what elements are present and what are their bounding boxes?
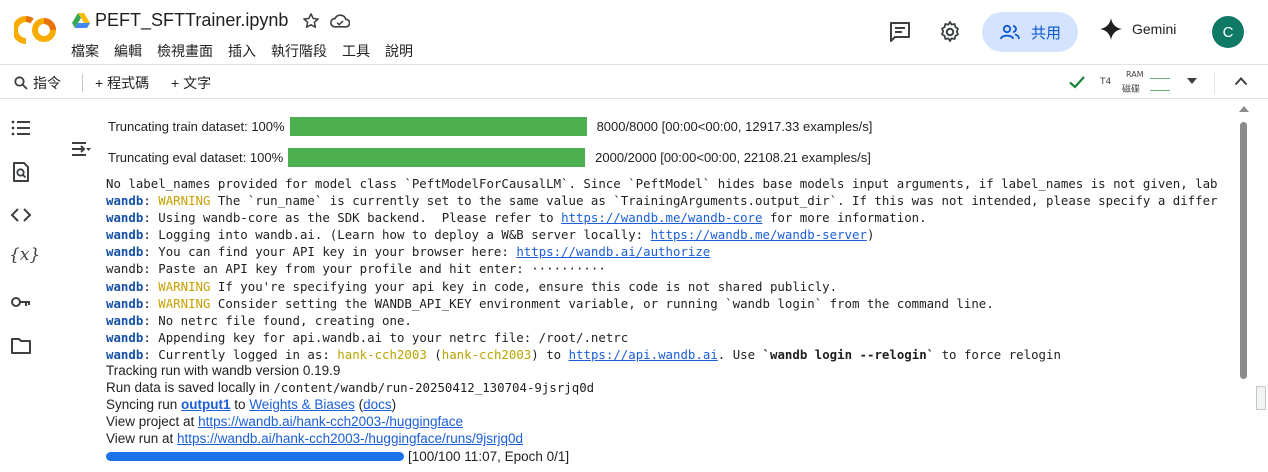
- log-line: wandb: WARNING The `run_name` is current…: [106, 193, 1218, 209]
- comment-icon[interactable]: [888, 20, 912, 44]
- menu-insert[interactable]: 插入: [228, 41, 256, 61]
- log-line: wandb: Appending key for api.wandb.ai to…: [106, 329, 629, 345]
- add-code-label: + 程式碼: [95, 75, 150, 91]
- api-wandb-link[interactable]: https://api.wandb.ai: [569, 347, 718, 362]
- side-scroll-handle[interactable]: [1256, 386, 1266, 410]
- command-palette-button[interactable]: 指令: [14, 73, 61, 93]
- syncing-line: Syncing run output1 to Weights & Biases …: [106, 397, 397, 412]
- log-line: wandb: No netrc file found, creating one…: [106, 312, 412, 328]
- training-progress-text: [100/100 11:07, Epoch 0/1]: [408, 449, 570, 464]
- menu-bar: 檔案 編輯 檢視畫面 插入 執行階段 工具 說明: [71, 41, 428, 61]
- find-replace-icon[interactable]: [10, 161, 32, 183]
- training-progress: [100/100 11:07, Epoch 0/1]: [106, 449, 569, 464]
- log-line: wandb: WARNING Consider setting the WAND…: [106, 295, 994, 311]
- share-button[interactable]: 共用: [982, 12, 1078, 52]
- training-progress-bar: [106, 452, 404, 461]
- run-name-link[interactable]: output1: [181, 397, 231, 412]
- wandb-core-link[interactable]: https://wandb.me/wandb-core: [561, 210, 762, 225]
- menu-tools[interactable]: 工具: [342, 41, 370, 61]
- eval-truncate-progress: Truncating eval dataset: 100% 2000/2000 …: [108, 146, 871, 168]
- wandb-authorize-link[interactable]: https://wandb.ai/authorize: [516, 244, 710, 259]
- weights-biases-link[interactable]: Weights & Biases: [249, 397, 355, 412]
- command-label: 指令: [33, 75, 61, 91]
- star-icon[interactable]: [302, 12, 320, 30]
- menu-edit[interactable]: 編輯: [114, 41, 142, 61]
- cell-output: Truncating train dataset: 100% 8000/8000…: [42, 100, 1238, 472]
- run-link[interactable]: https://wandb.ai/hank-cch2003-/huggingfa…: [177, 431, 523, 446]
- menu-view[interactable]: 檢視畫面: [157, 41, 213, 61]
- left-sidebar: {x}: [0, 100, 42, 472]
- notebook-title[interactable]: PEFT_SFTTrainer.ipynb: [95, 10, 288, 31]
- view-run-line: View run at https://wandb.ai/hank-cch200…: [106, 431, 524, 446]
- runtime-dropdown-icon[interactable]: [1187, 78, 1197, 84]
- train-progress-stats: 8000/8000 [00:00<00:00, 12917.33 example…: [596, 118, 873, 134]
- disk-label: 磁碟: [1122, 85, 1141, 95]
- eval-progress-bar: [288, 147, 586, 167]
- ram-usage-bar: [1150, 78, 1170, 79]
- run-data-line: Run data is saved locally in /content/wa…: [106, 380, 595, 395]
- connected-check-icon: [1069, 76, 1085, 89]
- log-line: wandb: WARNING If you're specifying your…: [106, 278, 838, 294]
- wandb-server-link[interactable]: https://wandb.me/wandb-server: [651, 227, 867, 242]
- menu-help[interactable]: 說明: [385, 41, 413, 61]
- add-text-button[interactable]: + 文字: [171, 73, 211, 93]
- colab-logo-icon[interactable]: [14, 15, 56, 45]
- people-icon: [1000, 24, 1020, 40]
- train-progress-bar: [289, 116, 587, 136]
- gemini-label: Gemini: [1132, 21, 1177, 37]
- log-line: No label_names provided for model class …: [106, 176, 1218, 191]
- train-truncate-progress: Truncating train dataset: 100% 8000/8000…: [108, 115, 872, 137]
- view-project-line: View project at https://wandb.ai/hank-cc…: [106, 414, 463, 429]
- variables-icon[interactable]: {x}: [9, 245, 40, 265]
- cloud-saved-icon[interactable]: [330, 12, 350, 30]
- notebook-toolbar: 指令 + 程式碼 + 文字 T4 RAM 磁碟: [0, 64, 1268, 99]
- output-actions-icon[interactable]: [70, 140, 92, 158]
- app-header: PEFT_SFTTrainer.ipynb 檔案 編輯 檢視畫面 插入 執行階段…: [0, 0, 1268, 64]
- eval-progress-stats: 2000/2000 [00:00<00:00, 22108.21 example…: [595, 149, 871, 165]
- stderr-log: No label_names provided for model class …: [106, 175, 1218, 363]
- output-scrollbar[interactable]: [1238, 100, 1268, 472]
- menu-file[interactable]: 檔案: [71, 41, 99, 61]
- disk-usage-bar: [1150, 90, 1170, 91]
- project-link[interactable]: https://wandb.ai/hank-cch2003-/huggingfa…: [198, 414, 463, 429]
- log-line: wandb: Using wandb-core as the SDK backe…: [106, 210, 927, 226]
- search-icon: [14, 76, 28, 90]
- account-avatar[interactable]: C: [1212, 16, 1244, 48]
- add-text-label: + 文字: [171, 75, 212, 91]
- runtime-resources-indicator[interactable]: T4 RAM 磁碟: [1100, 69, 1174, 95]
- google-drive-icon[interactable]: [72, 13, 90, 29]
- log-line: wandb: Paste an API key from your profil…: [106, 261, 606, 277]
- code-snippets-icon[interactable]: [10, 204, 32, 226]
- add-code-button[interactable]: + 程式碼: [95, 73, 149, 93]
- log-line: wandb: You can find your API key in your…: [106, 244, 711, 260]
- train-progress-label: Truncating train dataset: 100%: [108, 118, 285, 134]
- ram-label: RAM: [1126, 70, 1144, 79]
- runtime-type: T4: [1100, 77, 1112, 87]
- secrets-key-icon[interactable]: [10, 291, 32, 313]
- share-label: 共用: [1030, 24, 1061, 42]
- log-line: wandb: Currently logged in as: hank-cch2…: [106, 346, 1061, 362]
- files-folder-icon[interactable]: [10, 335, 32, 357]
- chevron-up-icon[interactable]: [1234, 76, 1248, 86]
- toolbar-divider-right: [1214, 72, 1215, 94]
- gemini-sparkle-icon: [1100, 18, 1122, 40]
- settings-gear-icon[interactable]: [938, 20, 962, 44]
- table-of-contents-icon[interactable]: [10, 117, 32, 139]
- scrollbar-thumb[interactable]: [1240, 122, 1247, 379]
- gemini-button[interactable]: Gemini: [1100, 18, 1176, 40]
- scroll-up-arrow-icon[interactable]: [1239, 106, 1249, 112]
- toolbar-divider: [82, 74, 83, 92]
- log-line: wandb: Logging into wandb.ai. (Learn how…: [106, 227, 875, 243]
- docs-link[interactable]: docs: [363, 397, 392, 412]
- tracking-line: Tracking run with wandb version 0.19.9: [106, 363, 341, 378]
- menu-runtime[interactable]: 執行階段: [271, 41, 327, 61]
- eval-progress-label: Truncating eval dataset: 100%: [108, 149, 284, 165]
